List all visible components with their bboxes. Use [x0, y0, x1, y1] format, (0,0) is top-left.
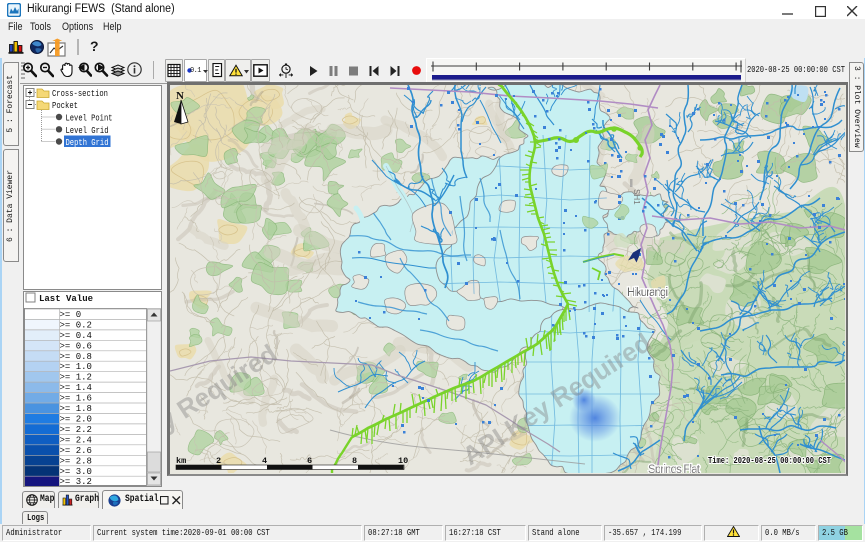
svg-text:>= 1.0: >= 1.0	[60, 362, 92, 372]
svg-text:>= 3.2: >= 3.2	[60, 477, 92, 486]
svg-text:10: 10	[398, 456, 408, 466]
svg-text:>= 0.2: >= 0.2	[60, 321, 92, 331]
svg-text:Depth Grid: Depth Grid	[66, 138, 109, 148]
svg-text:Cross-section: Cross-section	[52, 89, 108, 99]
svg-text:Springs Flat: Springs Flat	[648, 464, 701, 473]
svg-text:Level Grid: Level Grid	[66, 126, 109, 136]
svg-text:km: km	[176, 456, 186, 466]
svg-text:Time: 2020-08-25 00:00:00 CST: Time: 2020-08-25 00:00:00 CST	[708, 455, 831, 466]
svg-text:8: 8	[352, 456, 357, 466]
svg-text:Level Point: Level Point	[66, 114, 113, 124]
svg-text:6: 6	[307, 456, 312, 466]
svg-text:>= 1.8: >= 1.8	[60, 404, 92, 414]
svg-text:SH1: SH1	[632, 189, 641, 205]
svg-text:Last Value: Last Value	[39, 294, 93, 304]
svg-text:2: 2	[216, 456, 221, 466]
svg-text:>= 1.4: >= 1.4	[60, 383, 92, 393]
svg-text:>= 2.6: >= 2.6	[60, 446, 92, 456]
svg-text:>= 0: >= 0	[60, 310, 82, 320]
svg-text:>= 0.4: >= 0.4	[60, 331, 92, 341]
svg-text:>= 2.8: >= 2.8	[60, 456, 92, 466]
svg-text:4: 4	[262, 456, 267, 466]
svg-text:>= 3.0: >= 3.0	[60, 467, 92, 477]
svg-text:>= 0.6: >= 0.6	[60, 341, 92, 351]
svg-text:>= 2.4: >= 2.4	[60, 435, 92, 445]
svg-text:>= 1.6: >= 1.6	[60, 394, 92, 404]
svg-text:Pocket: Pocket	[52, 101, 78, 111]
svg-text:>= 1.2: >= 1.2	[60, 373, 92, 383]
svg-text:>= 0.8: >= 0.8	[60, 352, 92, 362]
svg-text:2020-08-25 00:00:00 CST: 2020-08-25 00:00:00 CST	[747, 65, 845, 75]
svg-text:Hikurangi: Hikurangi	[627, 287, 668, 299]
svg-text:>= 2.2: >= 2.2	[60, 425, 92, 435]
svg-text:>= 2.0: >= 2.0	[60, 415, 92, 425]
svg-text:N: N	[176, 90, 184, 102]
